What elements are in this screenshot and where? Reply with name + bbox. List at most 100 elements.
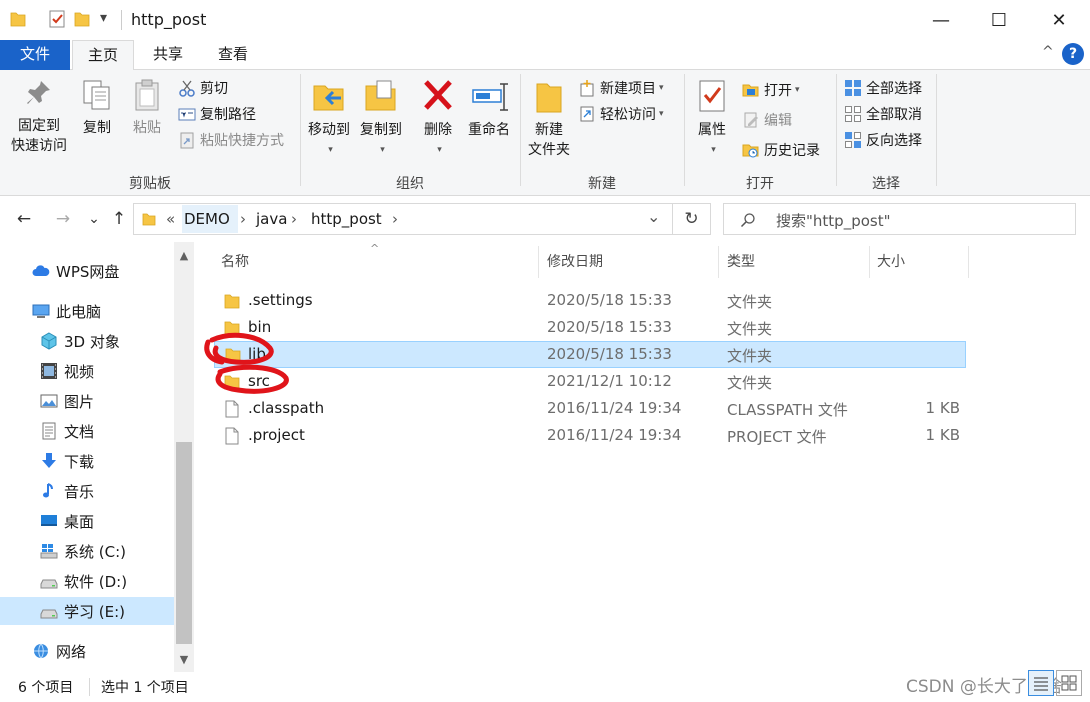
select-all-button[interactable]: 全部选择	[844, 78, 922, 98]
breadcrumb-http-post[interactable]: http_post	[311, 210, 382, 228]
forward-button[interactable]: →	[49, 205, 77, 233]
file-type: 文件夹	[727, 293, 773, 311]
details-view-button[interactable]	[1028, 670, 1054, 696]
file-date: 2021/12/1 10:12	[547, 372, 672, 390]
table-row[interactable]: src 2021/12/1 10:12 文件夹	[214, 369, 966, 395]
table-row[interactable]: lib 2020/5/18 15:33 文件夹	[214, 341, 966, 368]
breadcrumb-separator[interactable]: ›	[392, 210, 398, 228]
open-button[interactable]: 打开 ▾	[742, 80, 800, 100]
breadcrumb-java[interactable]: java	[256, 210, 287, 228]
search-placeholder: 搜索"http_post"	[776, 212, 891, 230]
column-header-name[interactable]: 名称	[221, 248, 537, 276]
nav-item-drive-d[interactable]: 软件 (D:)	[0, 567, 174, 595]
nav-item-music[interactable]: 音乐	[0, 477, 174, 505]
select-all-icon	[845, 80, 861, 96]
tab-share[interactable]: 共享	[138, 40, 198, 70]
new-folder-quick-icon[interactable]	[74, 9, 90, 29]
nav-item-wps-cloud[interactable]: WPS网盘	[0, 257, 174, 285]
nav-item-pictures[interactable]: 图片	[0, 387, 174, 415]
edit-icon	[744, 112, 758, 128]
large-icons-view-button[interactable]	[1056, 670, 1082, 696]
scissors-icon	[179, 80, 195, 97]
breadcrumb-separator[interactable]: ›	[291, 210, 297, 228]
breadcrumb-overflow[interactable]: «	[166, 210, 175, 228]
edit-label: 编辑	[764, 113, 792, 129]
refresh-button[interactable]: ↻	[673, 203, 711, 235]
nav-item-drive-e[interactable]: 学习 (E:)	[0, 597, 174, 625]
new-folder-button[interactable]: 新建 文件夹	[524, 78, 574, 160]
nav-scrollbar[interactable]: ▲ ▼	[174, 242, 194, 672]
recent-locations-button[interactable]: ⌄	[80, 205, 108, 233]
select-none-button[interactable]: 全部取消	[844, 104, 922, 124]
column-divider[interactable]	[968, 246, 969, 278]
move-to-label: 移动到	[308, 122, 350, 138]
address-dropdown-button[interactable]: ⌄	[647, 207, 660, 226]
file-type: 文件夹	[727, 347, 773, 365]
help-icon[interactable]: ?	[1062, 43, 1084, 65]
scroll-up-button[interactable]: ▲	[174, 246, 194, 266]
nav-item-drive-c[interactable]: 系统 (C:)	[0, 537, 174, 565]
up-button[interactable]: ↑	[105, 205, 133, 233]
rename-button[interactable]: 重命名	[463, 78, 515, 140]
nav-item-label: 此电脑	[56, 302, 102, 321]
file-icon	[225, 427, 239, 445]
copy-path-button[interactable]: 复制路径	[178, 104, 256, 124]
table-row[interactable]: .classpath 2016/11/24 19:34 CLASSPATH 文件…	[214, 396, 966, 422]
copy-to-button[interactable]: 复制到 ▾	[357, 78, 405, 160]
maximize-button[interactable]: ☐	[970, 0, 1028, 40]
properties-button[interactable]: 属性 ▾	[690, 78, 734, 160]
new-item-button[interactable]: 新建项目 ▾	[578, 78, 664, 98]
column-divider[interactable]	[718, 246, 719, 278]
select-group-label: 选择	[872, 176, 900, 192]
search-box[interactable]: 搜索"http_post"	[723, 203, 1076, 235]
scroll-down-button[interactable]: ▼	[174, 650, 194, 670]
move-to-button[interactable]: 移动到 ▾	[305, 78, 353, 160]
nav-item-network[interactable]: 网络	[0, 637, 174, 665]
column-header-size[interactable]: 大小	[877, 248, 967, 276]
column-divider[interactable]	[869, 246, 870, 278]
back-button[interactable]: ←	[10, 205, 38, 233]
address-bar[interactable]: « DEMO › java › http_post › ⌄	[133, 203, 673, 235]
cut-label: 剪切	[200, 81, 228, 97]
column-header-type[interactable]: 类型	[727, 248, 867, 276]
close-button[interactable]: ✕	[1030, 0, 1088, 40]
nav-item-this-pc[interactable]: 此电脑	[0, 297, 174, 325]
ribbon: 固定到 快速访问 复制 粘贴 剪切 复制路径 粘贴快捷方式 剪贴板 移动到 ▾ …	[0, 70, 1090, 196]
history-button[interactable]: 历史记录	[742, 140, 820, 160]
quick-access-dropdown[interactable]: ▾	[100, 10, 107, 26]
nav-item-downloads[interactable]: 下载	[0, 447, 174, 475]
tab-home[interactable]: 主页	[72, 40, 134, 71]
new-item-dropdown-icon: ▾	[659, 83, 664, 93]
table-row[interactable]: bin 2020/5/18 15:33 文件夹	[214, 315, 966, 341]
address-toolbar: ← → ⌄ ↑ « DEMO › java › http_post › ⌄ ↻ …	[0, 196, 1090, 242]
paste-button[interactable]: 粘贴	[126, 78, 168, 138]
cut-button[interactable]: 剪切	[178, 78, 228, 98]
tab-file[interactable]: 文件	[0, 40, 70, 70]
folder-icon	[142, 213, 156, 226]
new-folder-icon	[536, 83, 562, 113]
easy-access-button[interactable]: 轻松访问 ▾	[578, 104, 664, 124]
edit-button[interactable]: 编辑	[742, 110, 792, 130]
paste-shortcut-button[interactable]: 粘贴快捷方式	[178, 130, 284, 150]
invert-selection-button[interactable]: 反向选择	[844, 130, 922, 150]
copy-button[interactable]: 复制	[76, 78, 118, 138]
nav-item-documents[interactable]: 文档	[0, 417, 174, 445]
nav-item-desktop[interactable]: 桌面	[0, 507, 174, 535]
properties-quick-icon[interactable]	[48, 9, 66, 29]
column-divider[interactable]	[538, 246, 539, 278]
column-header-date[interactable]: 修改日期	[547, 248, 717, 276]
tab-view[interactable]: 查看	[203, 40, 263, 70]
ribbon-collapse-button[interactable]: ^	[1042, 44, 1054, 60]
breadcrumb-demo[interactable]: DEMO	[184, 210, 230, 228]
table-row[interactable]: .project 2016/11/24 19:34 PROJECT 文件 1 K…	[214, 423, 966, 449]
nav-item-label: 下载	[64, 452, 95, 471]
nav-item-3d-objects[interactable]: 3D 对象	[0, 327, 174, 355]
nav-item-videos[interactable]: 视频	[0, 357, 174, 385]
breadcrumb-separator[interactable]: ›	[240, 210, 246, 228]
minimize-button[interactable]: —	[912, 0, 970, 40]
scroll-thumb[interactable]	[176, 442, 192, 644]
table-row[interactable]: .settings 2020/5/18 15:33 文件夹	[214, 288, 966, 314]
delete-button[interactable]: 删除 ▾	[418, 78, 458, 160]
select-all-label: 全部选择	[866, 81, 922, 97]
pin-quick-access-button[interactable]: 固定到 快速访问	[8, 78, 70, 156]
